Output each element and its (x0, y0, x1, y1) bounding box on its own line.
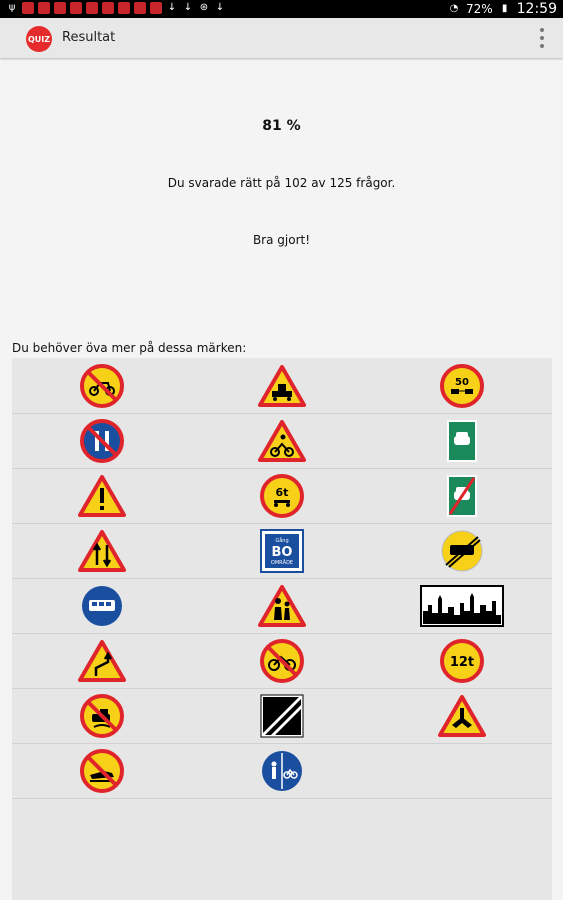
sign-cell[interactable] (12, 688, 192, 743)
end-of-restriction-sign-icon (441, 530, 483, 571)
residential-area-sign-icon: Gång BO OMRÅDE (260, 528, 304, 573)
notification-icon (70, 2, 82, 14)
sign-cell[interactable] (12, 743, 192, 798)
sign-cell[interactable] (12, 413, 192, 468)
end-of-motorway-sign-icon (447, 474, 477, 517)
sign-row: 50 (12, 358, 552, 414)
sign-row: 12t (12, 633, 552, 689)
sign-text: 50 (455, 377, 469, 388)
sign-cell[interactable]: 50 (372, 358, 552, 413)
motorway-sign-icon (447, 419, 477, 462)
minimum-distance-sign-icon: 50 (440, 363, 484, 408)
cyclists-warning-sign-icon (258, 419, 306, 462)
sign-cell[interactable] (192, 358, 372, 413)
sign-cell[interactable]: 6t (192, 468, 372, 523)
notification-icon (134, 2, 146, 14)
sign-row: 6t (12, 468, 552, 524)
score-summary: Du svarade rätt på 102 av 125 frågor. (167, 176, 396, 190)
sign-cell[interactable]: 12t (372, 633, 552, 688)
wifi-icon: ◔ (449, 3, 459, 14)
page-title: Resultat (62, 30, 116, 45)
praise-text: Bra gjort! (252, 233, 311, 247)
notification-icon (86, 2, 98, 14)
no-snowmobiles-sign-icon (80, 748, 124, 793)
sign-cell[interactable] (192, 633, 372, 688)
no-dangerous-goods-sign-icon (80, 693, 124, 738)
sign-text: 6t (276, 486, 289, 499)
sign-text: Gång (275, 537, 288, 544)
overflow-menu-button[interactable] (537, 28, 547, 48)
sign-cell[interactable] (372, 468, 552, 523)
sign-cell[interactable] (372, 688, 552, 743)
sign-row (12, 688, 552, 744)
signal-icon: ψ (8, 2, 16, 13)
app-logo-text: QUIZ (27, 34, 51, 44)
battery-percent: 72% (465, 2, 493, 16)
sign-text: BO (272, 545, 293, 560)
sign-cell[interactable] (372, 523, 552, 578)
sign-cell[interactable] (12, 633, 192, 688)
max-axle-load-sign-icon: 6t (260, 473, 304, 518)
battery-icon: ▮ (501, 3, 508, 14)
sign-cell[interactable] (12, 578, 192, 633)
sign-cell[interactable] (192, 578, 372, 633)
junction-warning-sign-icon (438, 694, 486, 737)
sign-cell[interactable] (12, 358, 192, 413)
notification-icon (22, 2, 34, 14)
no-parking-odd-even-sign-icon (80, 418, 124, 463)
no-mopeds-sign-icon (80, 363, 124, 408)
app-bar: QUIZ Resultat (0, 18, 563, 58)
no-cycling-sign-icon (260, 638, 304, 683)
sign-cell[interactable]: Gång BO OMRÅDE (192, 523, 372, 578)
sign-row (12, 743, 552, 799)
sync-icon: ⊛ (199, 2, 209, 13)
practice-sign-grid: 50 6t Gång BO OMRÅDE 12t (12, 358, 552, 900)
notification-icon (150, 2, 162, 14)
sign-cell[interactable] (12, 468, 192, 523)
sign-row (12, 413, 552, 469)
sign-row: Gång BO OMRÅDE (12, 523, 552, 579)
sign-text: 12t (450, 655, 474, 670)
sign-cell[interactable] (192, 688, 372, 743)
status-bar: ψ ↓ ↓ ⊛ ↓ ◔ 72% ▮ 12:59 (0, 0, 563, 18)
end-of-all-restrictions-sign-icon (260, 694, 304, 737)
notification-icon (102, 2, 114, 14)
level-crossing-warning-sign-icon (258, 364, 306, 407)
sign-cell[interactable] (12, 523, 192, 578)
max-weight-sign-icon: 12t (440, 638, 484, 683)
clock: 12:59 (516, 1, 557, 17)
download-icon: ↓ (167, 2, 177, 13)
sign-row (12, 578, 552, 634)
app-logo: QUIZ (26, 26, 52, 52)
double-bend-warning-sign-icon (78, 639, 126, 682)
two-way-traffic-warning-sign-icon (78, 529, 126, 572)
sign-cell[interactable] (192, 743, 372, 798)
download-icon: ↓ (183, 2, 193, 13)
bus-lane-sign-icon (82, 585, 122, 626)
download-icon: ↓ (215, 2, 225, 13)
score-percent: 81 % (262, 118, 301, 134)
practice-heading: Du behöver öva mer på dessa märken: (12, 341, 247, 355)
sign-cell[interactable] (372, 413, 552, 468)
sign-cell[interactable] (372, 578, 552, 633)
other-danger-warning-sign-icon (78, 474, 126, 517)
pedestrian-cycle-path-sign-icon (262, 750, 302, 791)
sign-cell-empty (372, 743, 552, 798)
sign-text: OMRÅDE (271, 559, 293, 566)
children-warning-sign-icon (258, 584, 306, 627)
notification-icon (54, 2, 66, 14)
sign-cell[interactable] (192, 413, 372, 468)
built-up-area-sign-icon (420, 584, 504, 627)
notification-icon (118, 2, 130, 14)
notification-icon (38, 2, 50, 14)
